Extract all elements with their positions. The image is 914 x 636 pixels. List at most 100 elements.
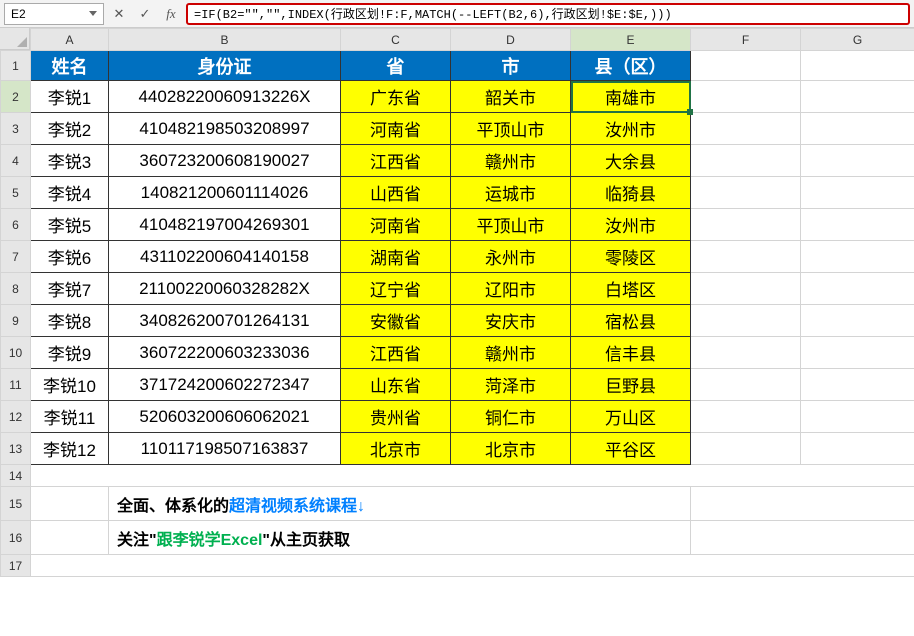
cell-id[interactable]: 110117198507163837	[109, 433, 341, 465]
cell-name[interactable]: 李锐3	[31, 145, 109, 177]
cell-id[interactable]: 140821200601114026	[109, 177, 341, 209]
cell-province[interactable]: 广东省	[341, 81, 451, 113]
header-city[interactable]: 市	[451, 51, 571, 81]
cell-blank[interactable]	[801, 401, 914, 433]
cell-city[interactable]: 辽阳市	[451, 273, 571, 305]
row-header[interactable]: 10	[1, 337, 31, 369]
cell-city[interactable]: 运城市	[451, 177, 571, 209]
cell-province[interactable]: 北京市	[341, 433, 451, 465]
cell-id[interactable]: 520603200606062021	[109, 401, 341, 433]
cell-city[interactable]: 安庆市	[451, 305, 571, 337]
header-id[interactable]: 身份证	[109, 51, 341, 81]
cell-name[interactable]: 李锐2	[31, 113, 109, 145]
row-header[interactable]: 7	[1, 241, 31, 273]
cell-name[interactable]: 李锐7	[31, 273, 109, 305]
cell-name[interactable]: 李锐8	[31, 305, 109, 337]
cell-blank[interactable]	[31, 465, 914, 487]
cell-county[interactable]: 信丰县	[571, 337, 691, 369]
cell-name[interactable]: 李锐5	[31, 209, 109, 241]
cell-blank[interactable]	[691, 241, 801, 273]
cell-province[interactable]: 安徽省	[341, 305, 451, 337]
cell-blank[interactable]	[801, 81, 914, 113]
promo-line-2[interactable]: 关注"跟李锐学Excel"从主页获取	[109, 521, 691, 555]
cell-blank[interactable]	[691, 273, 801, 305]
row-header[interactable]: 2	[1, 81, 31, 113]
cell-id[interactable]: 44028220060913226X	[109, 81, 341, 113]
cell-city[interactable]: 赣州市	[451, 337, 571, 369]
cancel-formula-button[interactable]: ✕	[108, 3, 130, 25]
header-county[interactable]: 县（区）	[571, 51, 691, 81]
cell-name[interactable]: 李锐12	[31, 433, 109, 465]
row-header[interactable]: 6	[1, 209, 31, 241]
cell-province[interactable]: 江西省	[341, 337, 451, 369]
cell-city[interactable]: 韶关市	[451, 81, 571, 113]
header-province[interactable]: 省	[341, 51, 451, 81]
cell-blank[interactable]	[691, 51, 801, 81]
cell-blank[interactable]	[691, 401, 801, 433]
cell-blank[interactable]	[801, 145, 914, 177]
select-all-corner[interactable]	[0, 28, 30, 50]
cell-county[interactable]: 白塔区	[571, 273, 691, 305]
cell-county[interactable]: 巨野县	[571, 369, 691, 401]
cell-county[interactable]: 汝州市	[571, 209, 691, 241]
row-header[interactable]: 8	[1, 273, 31, 305]
cell-blank[interactable]	[691, 145, 801, 177]
cell-blank[interactable]	[691, 113, 801, 145]
cell-province[interactable]: 山东省	[341, 369, 451, 401]
cell-name[interactable]: 李锐6	[31, 241, 109, 273]
cell-blank[interactable]	[691, 209, 801, 241]
cell-id[interactable]: 360723200608190027	[109, 145, 341, 177]
name-box-dropdown-icon[interactable]	[89, 11, 97, 16]
cell-province[interactable]: 山西省	[341, 177, 451, 209]
cell-blank[interactable]	[801, 241, 914, 273]
cell-blank[interactable]	[691, 521, 914, 555]
col-header-e[interactable]: E	[571, 29, 691, 51]
cell-city[interactable]: 赣州市	[451, 145, 571, 177]
insert-function-button[interactable]: fx	[160, 3, 182, 25]
cell-blank[interactable]	[801, 369, 914, 401]
cell-county[interactable]: 临猗县	[571, 177, 691, 209]
cell-blank[interactable]	[801, 305, 914, 337]
row-header[interactable]: 17	[1, 555, 31, 577]
cell-id[interactable]: 410482197004269301	[109, 209, 341, 241]
row-header[interactable]: 9	[1, 305, 31, 337]
cell-blank[interactable]	[691, 337, 801, 369]
row-header[interactable]: 1	[1, 51, 31, 81]
cell-blank[interactable]	[801, 113, 914, 145]
cell-county[interactable]: 宿松县	[571, 305, 691, 337]
col-header-f[interactable]: F	[691, 29, 801, 51]
cell-blank[interactable]	[691, 433, 801, 465]
col-header-g[interactable]: G	[801, 29, 914, 51]
cell-name[interactable]: 李锐10	[31, 369, 109, 401]
cell-blank[interactable]	[691, 487, 914, 521]
row-header[interactable]: 12	[1, 401, 31, 433]
cell-county[interactable]: 平谷区	[571, 433, 691, 465]
cell-name[interactable]: 李锐9	[31, 337, 109, 369]
cell-id[interactable]: 340826200701264131	[109, 305, 341, 337]
cell-blank[interactable]	[801, 433, 914, 465]
cell-id[interactable]: 431102200604140158	[109, 241, 341, 273]
cell-blank[interactable]	[31, 521, 109, 555]
cell-city[interactable]: 铜仁市	[451, 401, 571, 433]
cell-province[interactable]: 辽宁省	[341, 273, 451, 305]
cell-county[interactable]: 万山区	[571, 401, 691, 433]
cell-blank[interactable]	[31, 555, 914, 577]
col-header-a[interactable]: A	[31, 29, 109, 51]
row-header[interactable]: 3	[1, 113, 31, 145]
cell-id[interactable]: 371724200602272347	[109, 369, 341, 401]
cell-province[interactable]: 河南省	[341, 209, 451, 241]
cell-blank[interactable]	[691, 369, 801, 401]
cell-county[interactable]: 大余县	[571, 145, 691, 177]
cell-blank[interactable]	[801, 273, 914, 305]
cell-city[interactable]: 菏泽市	[451, 369, 571, 401]
col-header-b[interactable]: B	[109, 29, 341, 51]
cell-city[interactable]: 平顶山市	[451, 113, 571, 145]
cell-province[interactable]: 江西省	[341, 145, 451, 177]
cell-blank[interactable]	[801, 337, 914, 369]
cell-id[interactable]: 410482198503208997	[109, 113, 341, 145]
cell-city[interactable]: 平顶山市	[451, 209, 571, 241]
cell-blank[interactable]	[691, 177, 801, 209]
col-header-d[interactable]: D	[451, 29, 571, 51]
cell-blank[interactable]	[691, 305, 801, 337]
row-header[interactable]: 5	[1, 177, 31, 209]
